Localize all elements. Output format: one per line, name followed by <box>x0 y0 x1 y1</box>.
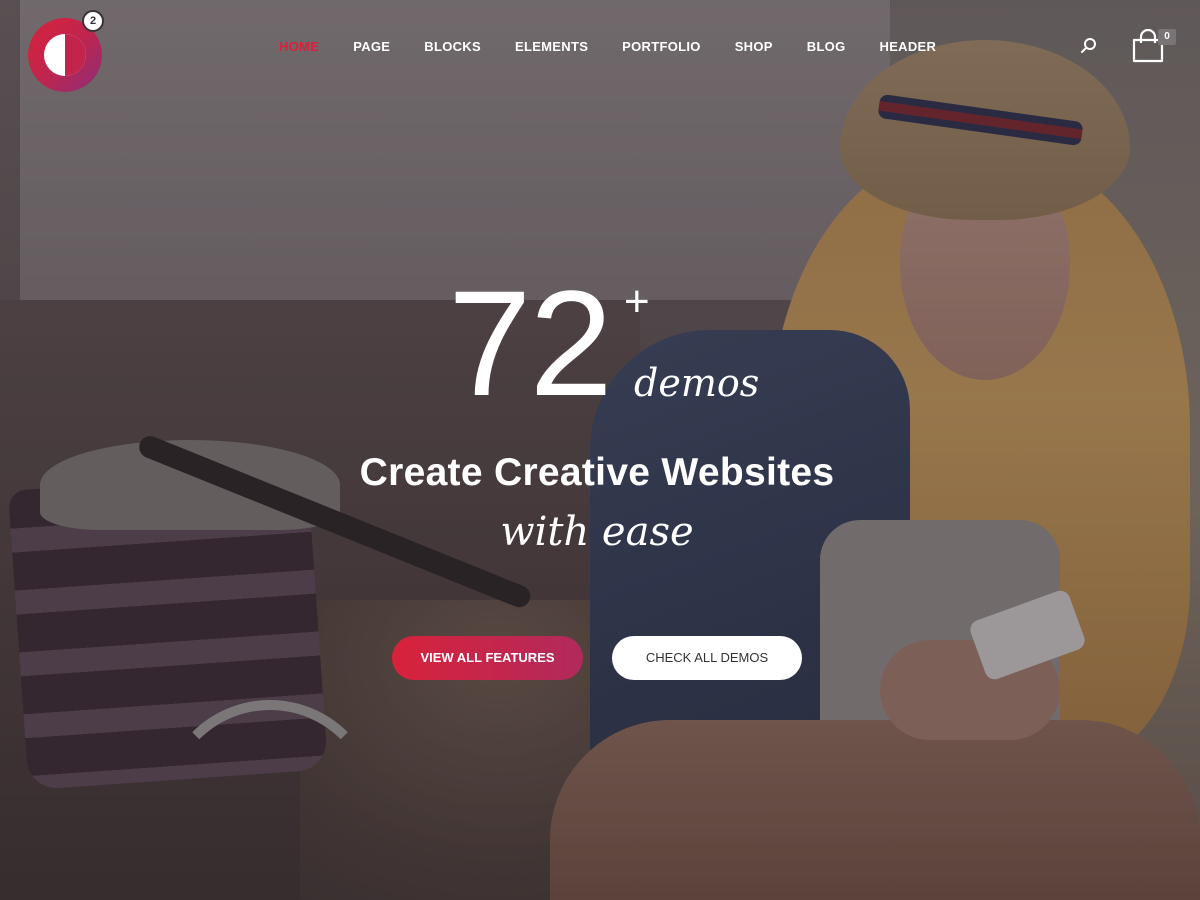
logo-version-badge: 2 <box>82 10 104 32</box>
nav-item-header[interactable]: HEADER <box>863 39 954 54</box>
dark-overlay <box>0 0 1200 900</box>
nav-item-home[interactable]: HOME <box>262 39 336 54</box>
demo-count-plus: + <box>624 277 650 326</box>
nav-item-portfolio[interactable]: PORTFOLIO <box>605 39 718 54</box>
cart-count-badge: 0 <box>1158 29 1176 45</box>
nav-item-elements[interactable]: ELEMENTS <box>498 39 605 54</box>
logo-c-mark <box>44 34 86 76</box>
hero-background-photo <box>0 0 1200 900</box>
hero-subtitle: with ease <box>500 509 694 555</box>
nav-item-page[interactable]: PAGE <box>336 39 407 54</box>
hero-title: Create Creative Websites <box>359 451 835 494</box>
check-all-demos-button[interactable]: CHECK ALL DEMOS <box>612 636 802 680</box>
nav-item-shop[interactable]: SHOP <box>718 39 790 54</box>
demo-count: 72 <box>448 259 613 427</box>
nav-item-blocks[interactable]: BLOCKS <box>407 39 498 54</box>
nav-item-blog[interactable]: BLOG <box>790 39 863 54</box>
demo-count-label: demos <box>634 361 760 405</box>
search-icon[interactable] <box>1080 37 1098 55</box>
site-logo[interactable]: 2 <box>28 10 104 92</box>
main-navigation: HOME PAGE BLOCKS ELEMENTS PORTFOLIO SHOP… <box>262 34 953 58</box>
view-all-features-button[interactable]: VIEW ALL FEATURES <box>392 636 583 680</box>
